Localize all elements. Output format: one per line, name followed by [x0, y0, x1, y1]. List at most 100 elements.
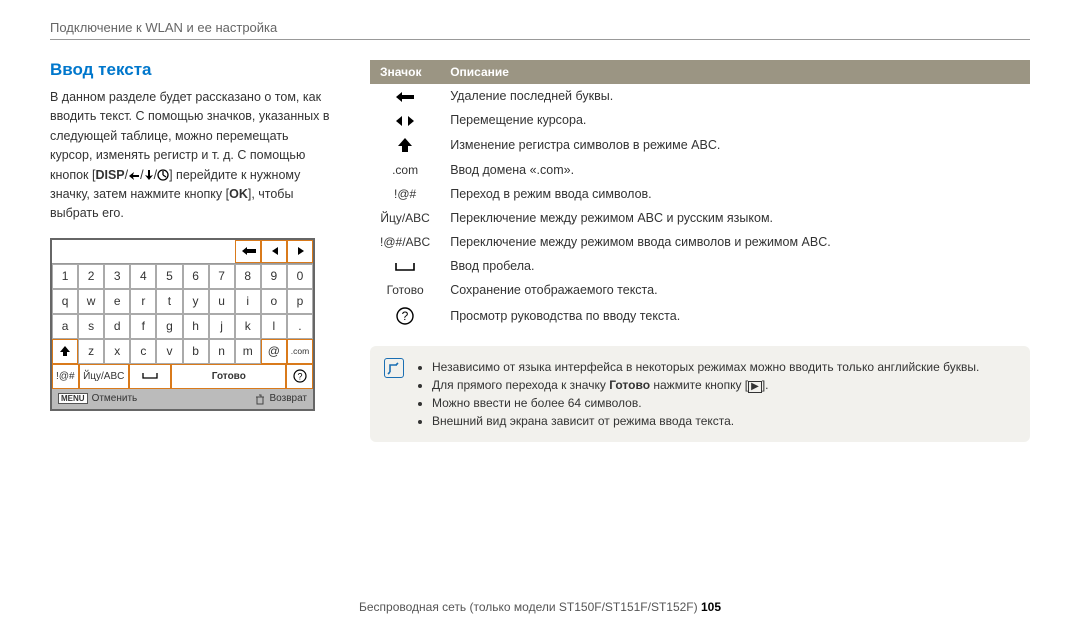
row-desc: Просмотр руководства по вводу текста.: [440, 302, 1030, 330]
table-row: ГотовоСохранение отображаемого текста.: [370, 278, 1030, 302]
cancel-label: Отменить: [92, 393, 138, 404]
section-title: Ввод текста: [50, 60, 330, 80]
key-k[interactable]: k: [235, 314, 261, 339]
key-q[interactable]: q: [52, 289, 78, 314]
note-item: Можно ввести не более 64 символов.: [432, 394, 979, 412]
play-icon: ▶: [748, 381, 762, 393]
key-5[interactable]: 5: [156, 264, 182, 289]
row-icon-done: Готово: [370, 278, 440, 302]
note-item: Внешний вид экрана зависит от режима вво…: [432, 412, 979, 430]
row-icon-dotcom: .com: [370, 158, 440, 182]
key-8[interactable]: 8: [235, 264, 261, 289]
table-row: !@#/ABCПереключение между режимом ввода …: [370, 230, 1030, 254]
key-r[interactable]: r: [130, 289, 156, 314]
key-a[interactable]: a: [52, 314, 78, 339]
backspace-key[interactable]: [235, 240, 261, 263]
key-.[interactable]: .: [287, 314, 313, 339]
key-@[interactable]: @: [261, 339, 287, 364]
key-m[interactable]: m: [235, 339, 261, 364]
menu-icon: MENU: [58, 393, 88, 404]
row-icon-symabc: !@#/ABC: [370, 230, 440, 254]
key-b[interactable]: b: [183, 339, 209, 364]
key-4[interactable]: 4: [130, 264, 156, 289]
table-row: Изменение регистра символов в режиме ABC…: [370, 132, 1030, 158]
row-icon-space: [370, 254, 440, 278]
row-desc: Переход в режим ввода символов.: [440, 182, 1030, 206]
symbols-key[interactable]: !@#: [52, 364, 79, 389]
svg-text:?: ?: [402, 309, 409, 323]
key-e[interactable]: e: [104, 289, 130, 314]
note-box: Независимо от языка интерфейса в некотор…: [370, 346, 1030, 442]
row-icon-backspace: [370, 84, 440, 108]
key-p[interactable]: p: [287, 289, 313, 314]
key-i[interactable]: i: [235, 289, 261, 314]
key-h[interactable]: h: [183, 314, 209, 339]
help-key[interactable]: ?: [286, 364, 313, 389]
page-footer: Беспроводная сеть (только модели ST150F/…: [50, 600, 1030, 614]
key-↑[interactable]: [52, 339, 78, 364]
row-desc: Изменение регистра символов в режиме ABC…: [440, 132, 1030, 158]
svg-text:?: ?: [297, 372, 302, 382]
col-icon: Значок: [370, 60, 440, 84]
key-s[interactable]: s: [78, 314, 104, 339]
row-icon-lang: Йцу/ABC: [370, 206, 440, 230]
key-7[interactable]: 7: [209, 264, 235, 289]
table-row: Удаление последней буквы.: [370, 84, 1030, 108]
key-j[interactable]: j: [209, 314, 235, 339]
key-9[interactable]: 9: [261, 264, 287, 289]
row-desc: Переключение между режимом ввода символо…: [440, 230, 1030, 254]
table-row: Ввод пробела.: [370, 254, 1030, 278]
divider: [50, 39, 1030, 40]
lang-key[interactable]: Йцу/ABC: [79, 364, 129, 389]
cursor-left-key[interactable]: [261, 240, 287, 263]
key-z[interactable]: z: [78, 339, 104, 364]
note-item: Независимо от языка интерфейса в некотор…: [432, 358, 979, 376]
key-d[interactable]: d: [104, 314, 130, 339]
key-w[interactable]: w: [78, 289, 104, 314]
keyboard-footer: MENU Отменить Возврат: [52, 389, 313, 409]
table-row: .comВвод домена «.com».: [370, 158, 1030, 182]
key-2[interactable]: 2: [78, 264, 104, 289]
row-icon-help: ?: [370, 302, 440, 330]
key-u[interactable]: u: [209, 289, 235, 314]
table-row: Йцу/ABCПереключение между режимом ABC и …: [370, 206, 1030, 230]
key-x[interactable]: x: [104, 339, 130, 364]
keyboard-bottom-row: !@# Йцу/ABC Готово ?: [52, 364, 313, 389]
key-c[interactable]: c: [130, 339, 156, 364]
cursor-right-key[interactable]: [287, 240, 313, 263]
row-desc: Переключение между режимом ABC и русским…: [440, 206, 1030, 230]
key-t[interactable]: t: [156, 289, 182, 314]
key-1[interactable]: 1: [52, 264, 78, 289]
key-3[interactable]: 3: [104, 264, 130, 289]
row-desc: Ввод пробела.: [440, 254, 1030, 278]
row-desc: Сохранение отображаемого текста.: [440, 278, 1030, 302]
row-icon-move: [370, 108, 440, 132]
keyboard-top-row: [52, 240, 313, 264]
space-key[interactable]: [129, 364, 171, 389]
key-6[interactable]: 6: [183, 264, 209, 289]
trash-icon: [254, 393, 266, 405]
note-item: Для прямого перехода к значку Готово наж…: [432, 376, 979, 394]
table-row: !@#Переход в режим ввода символов.: [370, 182, 1030, 206]
row-icon-sym: !@#: [370, 182, 440, 206]
key-0[interactable]: 0: [287, 264, 313, 289]
back-label: Возврат: [270, 393, 308, 404]
key-v[interactable]: v: [156, 339, 182, 364]
row-icon-shift: [370, 132, 440, 158]
table-row: ? Просмотр руководства по вводу текста.: [370, 302, 1030, 330]
key-o[interactable]: o: [261, 289, 287, 314]
key-l[interactable]: l: [261, 314, 287, 339]
key-y[interactable]: y: [183, 289, 209, 314]
row-desc: Ввод домена «.com».: [440, 158, 1030, 182]
key-.com[interactable]: .com: [287, 339, 313, 364]
key-f[interactable]: f: [130, 314, 156, 339]
intro-text: В данном разделе будет рассказано о том,…: [50, 88, 330, 224]
table-row: Перемещение курсора.: [370, 108, 1030, 132]
breadcrumb-header: Подключение к WLAN и ее настройка: [50, 20, 1030, 35]
done-key[interactable]: Готово: [171, 364, 286, 389]
key-n[interactable]: n: [209, 339, 235, 364]
row-desc: Удаление последней буквы.: [440, 84, 1030, 108]
keyboard: 1234567890 qwertyuiop asdfghjkl. zxcvbnm@.c…: [50, 238, 315, 411]
row-desc: Перемещение курсора.: [440, 108, 1030, 132]
key-g[interactable]: g: [156, 314, 182, 339]
